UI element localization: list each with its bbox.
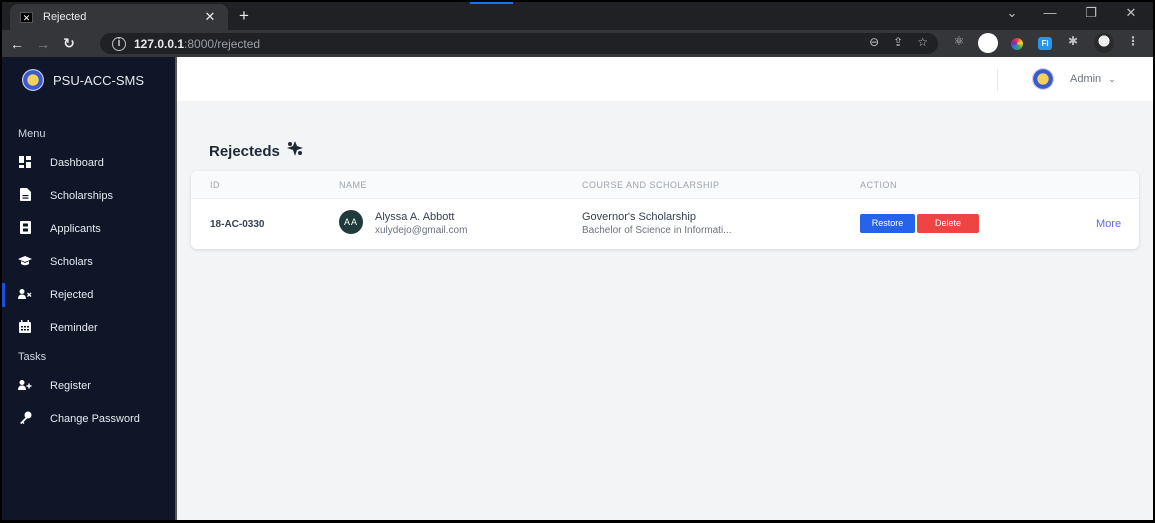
sidebar-item-label: Rejected [50,289,94,301]
zoom-out-icon[interactable]: ⊖ [869,35,879,49]
scholarship-name: Governor's Scholarship [582,211,696,223]
column-header-action: ACTION [860,180,898,190]
main-content: Admin ⌄ Rejecteds ID NAME COURSE AND SCH… [177,57,1153,520]
section-tasks: Tasks [18,351,47,363]
sidebar-item-label: Applicants [50,223,101,235]
sidebar-item-change-password[interactable]: Change Password [2,406,175,432]
record-id: 18-AC-0330 [210,219,265,230]
color-picker-extension-icon[interactable] [1011,38,1023,50]
column-header-course: COURSE AND SCHOLARSHIP [582,180,720,190]
column-header-id: ID [210,180,220,190]
delete-button[interactable]: Delete [917,214,979,233]
profile-avatar-icon[interactable] [1094,33,1114,53]
sidebar-item-label: Reminder [50,322,98,334]
address-bar[interactable]: i 127.0.0.1 :8000/rejected ⊖ ⇪ ☆ [100,33,938,54]
sidebar-item-label: Change Password [50,413,140,425]
sidebar-item-label: Scholars [50,256,93,268]
calendar-icon [18,320,32,336]
brand-name: PSU-ACC-SMS [53,72,145,88]
top-indicator [470,2,513,4]
sidebar-item-rejected[interactable]: Rejected [2,282,175,308]
user-avatar[interactable] [1032,68,1054,90]
browser-tab[interactable]: ✕ Rejected ✕ [10,4,228,30]
sidebar-item-register[interactable]: Register [2,373,175,399]
close-tab-icon[interactable]: ✕ [202,9,218,25]
header-divider [997,69,998,91]
document-icon [18,188,32,204]
share-icon[interactable]: ⇪ [893,35,903,49]
reload-icon[interactable]: ↻ [58,35,80,52]
key-icon [18,411,32,427]
page-title-text: Rejecteds [209,143,280,160]
forward-icon[interactable]: → [32,36,54,52]
dashboard-grid-icon [18,155,32,171]
graduation-cap-icon [18,255,32,269]
sidebar-item-reminder[interactable]: Reminder [2,315,175,341]
chevron-down-icon: ⌄ [1108,74,1116,84]
sidebar-item-scholars[interactable]: Scholars [2,249,175,275]
sidebar: PSU-ACC-SMS Menu Dashboard Scholarships [2,57,177,520]
user-plus-icon [18,379,32,393]
user-menu[interactable]: Admin ⌄ [1070,73,1116,85]
react-devtools-icon[interactable]: ⚛ [950,34,968,48]
sidebar-item-label: Scholarships [50,190,113,202]
user-x-icon [18,288,32,302]
close-window-button[interactable]: ✕ [1121,5,1141,21]
top-header: Admin ⌄ [177,57,1153,101]
url-host: 127.0.0.1 [134,36,185,51]
app: PSU-ACC-SMS Menu Dashboard Scholarships [2,57,1153,520]
sidebar-item-label: Register [50,380,91,392]
new-tab-button[interactable]: + [234,6,254,26]
table-header: ID NAME COURSE AND SCHOLARSHIP ACTION [191,171,1139,199]
id-badge-icon [18,221,32,237]
user-name: Admin [1070,73,1102,85]
white-circle-extension-icon[interactable] [978,33,998,53]
column-header-name: NAME [339,180,368,190]
fi-extension-icon[interactable]: FI [1038,37,1052,50]
url-path: :8000/rejected [184,36,261,51]
tab-title: Rejected [43,11,87,23]
back-icon[interactable]: ← [6,36,28,52]
sidebar-item-dashboard[interactable]: Dashboard [2,150,175,176]
x-icon: ✕ [20,11,33,23]
puzzle-extensions-icon[interactable]: ✱ [1064,34,1082,48]
kebab-menu-icon[interactable]: ⋮ [1124,34,1142,48]
avatar: AA [339,210,363,234]
psu-logo-icon [22,69,44,91]
restore-button[interactable]: Restore [860,214,915,233]
site-info-icon[interactable]: i [112,36,126,51]
rejected-table: ID NAME COURSE AND SCHOLARSHIP ACTION 18… [191,171,1139,249]
sidebar-item-scholarships[interactable]: Scholarships [2,183,175,209]
page-title: Rejecteds [209,141,304,162]
sparkle-icon [286,141,304,162]
restore-window-button[interactable]: ❐ [1081,5,1101,21]
tab-search-icon[interactable]: ⌄ [1002,5,1022,21]
sidebar-item-applicants[interactable]: Applicants [2,216,175,242]
browser-window: ✕ Rejected ✕ + ⌄ — ❐ ✕ ← → ↻ i 127.0.0.1… [2,2,1153,520]
course-name: Bachelor of Science in Informati... [582,225,732,236]
more-link[interactable]: More [1096,218,1121,230]
tab-strip: ✕ Rejected ✕ + ⌄ — ❐ ✕ [2,2,1153,30]
brand[interactable]: PSU-ACC-SMS [22,69,144,91]
applicant-name: Alyssa A. Abbott [375,211,455,223]
section-menu: Menu [18,128,46,140]
applicant-email: xulydejo@gmail.com [375,225,468,236]
minimize-button[interactable]: — [1040,5,1060,20]
bookmark-star-icon[interactable]: ☆ [917,35,928,49]
sidebar-item-label: Dashboard [50,157,104,169]
